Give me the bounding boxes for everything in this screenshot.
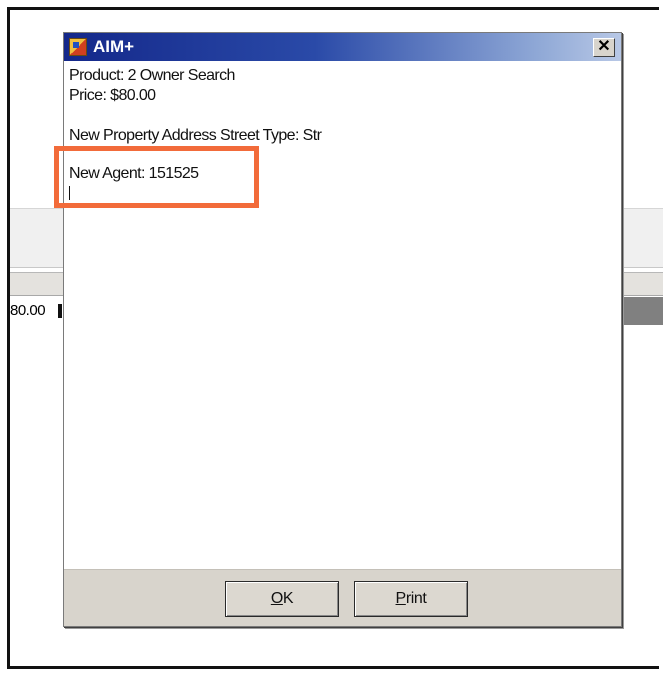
price-line: Price: $80.00 [69, 87, 156, 104]
ok-button[interactable]: OK [225, 581, 339, 617]
background-grid-cell: 80.00 [10, 302, 46, 319]
background-cell-marker [58, 304, 62, 318]
app-icon [69, 38, 87, 56]
close-button[interactable]: ✕ [593, 38, 615, 57]
street-type-line: New Property Address Street Type: Str [69, 127, 322, 144]
dialog-title: AIM+ [93, 37, 135, 56]
ok-accelerator: O [270, 590, 283, 607]
aim-dialog: AIM+ ✕ Product: 2 Owner Search Price: $8… [63, 32, 622, 627]
ok-label: K [282, 590, 294, 607]
print-button[interactable]: Print [354, 581, 468, 617]
dialog-titlebar[interactable]: AIM+ ✕ [64, 33, 621, 61]
print-accelerator: P [395, 590, 407, 607]
print-label: rint [405, 590, 427, 607]
product-line: Product: 2 Owner Search [69, 67, 235, 84]
dialog-button-bar: OK Print [64, 569, 621, 626]
background-grid-scroll-area [620, 297, 663, 325]
agent-highlight-box [54, 146, 259, 208]
